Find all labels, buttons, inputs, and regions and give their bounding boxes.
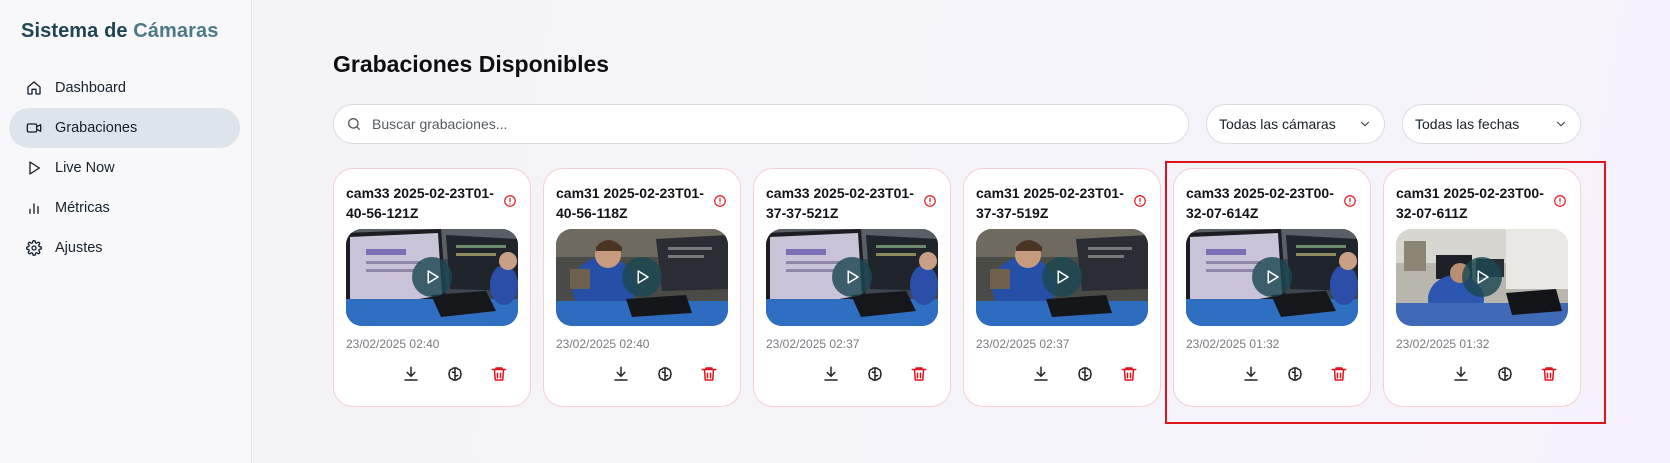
trash-icon[interactable] bbox=[490, 365, 508, 383]
card-actions bbox=[964, 365, 1162, 385]
sidebar-item-label: Métricas bbox=[55, 200, 110, 216]
card-actions bbox=[334, 365, 532, 385]
download-icon[interactable] bbox=[402, 365, 420, 383]
brand-part1: Sistema de bbox=[21, 20, 134, 42]
download-icon[interactable] bbox=[612, 365, 630, 383]
sidebar-item-label: Dashboard bbox=[55, 80, 126, 96]
video-thumbnail[interactable] bbox=[346, 229, 518, 326]
recording-title: cam33 2025-02-23T01-37-37-521Z bbox=[766, 185, 914, 221]
play-button[interactable] bbox=[622, 257, 662, 297]
trash-icon[interactable] bbox=[700, 365, 718, 383]
sidebar-item-ajustes[interactable]: Ajustes bbox=[9, 228, 240, 268]
play-icon bbox=[26, 160, 42, 176]
video-thumbnail[interactable] bbox=[556, 229, 728, 326]
card-actions bbox=[544, 365, 742, 385]
brain-analysis-icon[interactable] bbox=[446, 365, 464, 383]
sidebar-item-live-now[interactable]: Live Now bbox=[9, 148, 240, 188]
alert-circle-icon[interactable] bbox=[923, 194, 937, 208]
recording-date: 23/02/2025 02:37 bbox=[766, 337, 860, 351]
recording-date: 23/02/2025 02:40 bbox=[346, 337, 440, 351]
alert-circle-icon[interactable] bbox=[503, 194, 517, 208]
sidebar-item-label: Ajustes bbox=[55, 240, 103, 256]
sidebar-item-grabaciones[interactable]: Grabaciones bbox=[9, 108, 240, 148]
recording-date: 23/02/2025 02:40 bbox=[556, 337, 650, 351]
recording-card[interactable]: cam31 2025-02-23T01-37-37-519Z 23/02/202… bbox=[963, 168, 1161, 407]
recording-title: cam31 2025-02-23T01-40-56-118Z bbox=[556, 185, 704, 221]
recording-card[interactable]: cam31 2025-02-23T01-40-56-118Z 23/02/202… bbox=[543, 168, 741, 407]
bar-chart-icon bbox=[26, 200, 42, 216]
date-filter-value: Todas las fechas bbox=[1415, 116, 1520, 132]
sidebar: Sistema de Cámaras Dashboard Grabaciones… bbox=[0, 0, 252, 463]
selection-highlight bbox=[1165, 161, 1606, 424]
recording-card[interactable]: cam33 2025-02-23T01-40-56-121Z 23/02/202… bbox=[333, 168, 531, 407]
brand-part2: Cámaras bbox=[133, 20, 219, 42]
camera-filter-value: Todas las cámaras bbox=[1219, 116, 1336, 132]
brain-analysis-icon[interactable] bbox=[656, 365, 674, 383]
gear-icon bbox=[26, 240, 42, 256]
chevron-down-icon bbox=[1554, 117, 1568, 131]
home-icon bbox=[26, 80, 42, 96]
sidebar-nav: Dashboard Grabaciones Live Now Métricas … bbox=[9, 68, 240, 268]
sidebar-item-dashboard[interactable]: Dashboard bbox=[9, 68, 240, 108]
play-icon bbox=[423, 268, 441, 286]
search-icon bbox=[346, 116, 372, 132]
play-icon bbox=[1053, 268, 1071, 286]
play-icon bbox=[633, 268, 651, 286]
brain-analysis-icon[interactable] bbox=[866, 365, 884, 383]
chevron-down-icon bbox=[1358, 117, 1372, 131]
brain-analysis-icon[interactable] bbox=[1076, 365, 1094, 383]
video-thumbnail[interactable] bbox=[976, 229, 1148, 326]
sidebar-item-label: Grabaciones bbox=[55, 120, 138, 136]
card-actions bbox=[754, 365, 952, 385]
play-button[interactable] bbox=[1042, 257, 1082, 297]
search-input[interactable] bbox=[372, 116, 1132, 132]
camera-filter-select[interactable]: Todas las cámaras bbox=[1206, 104, 1385, 144]
recording-date: 23/02/2025 02:37 bbox=[976, 337, 1070, 351]
trash-icon[interactable] bbox=[1120, 365, 1138, 383]
search-bar[interactable] bbox=[333, 104, 1189, 144]
download-icon[interactable] bbox=[822, 365, 840, 383]
alert-circle-icon[interactable] bbox=[1133, 194, 1147, 208]
play-button[interactable] bbox=[412, 257, 452, 297]
sidebar-item-label: Live Now bbox=[55, 160, 115, 176]
trash-icon[interactable] bbox=[910, 365, 928, 383]
recording-card[interactable]: cam33 2025-02-23T01-37-37-521Z 23/02/202… bbox=[753, 168, 951, 407]
video-icon bbox=[26, 120, 42, 136]
play-button[interactable] bbox=[832, 257, 872, 297]
video-thumbnail[interactable] bbox=[766, 229, 938, 326]
play-icon bbox=[843, 268, 861, 286]
alert-circle-icon[interactable] bbox=[713, 194, 727, 208]
date-filter-select[interactable]: Todas las fechas bbox=[1402, 104, 1581, 144]
sidebar-item-metricas[interactable]: Métricas bbox=[9, 188, 240, 228]
download-icon[interactable] bbox=[1032, 365, 1050, 383]
app-brand: Sistema de Cámaras bbox=[21, 20, 218, 43]
recording-title: cam33 2025-02-23T01-40-56-121Z bbox=[346, 185, 494, 221]
recording-title: cam31 2025-02-23T01-37-37-519Z bbox=[976, 185, 1124, 221]
page-title: Grabaciones Disponibles bbox=[333, 51, 610, 77]
